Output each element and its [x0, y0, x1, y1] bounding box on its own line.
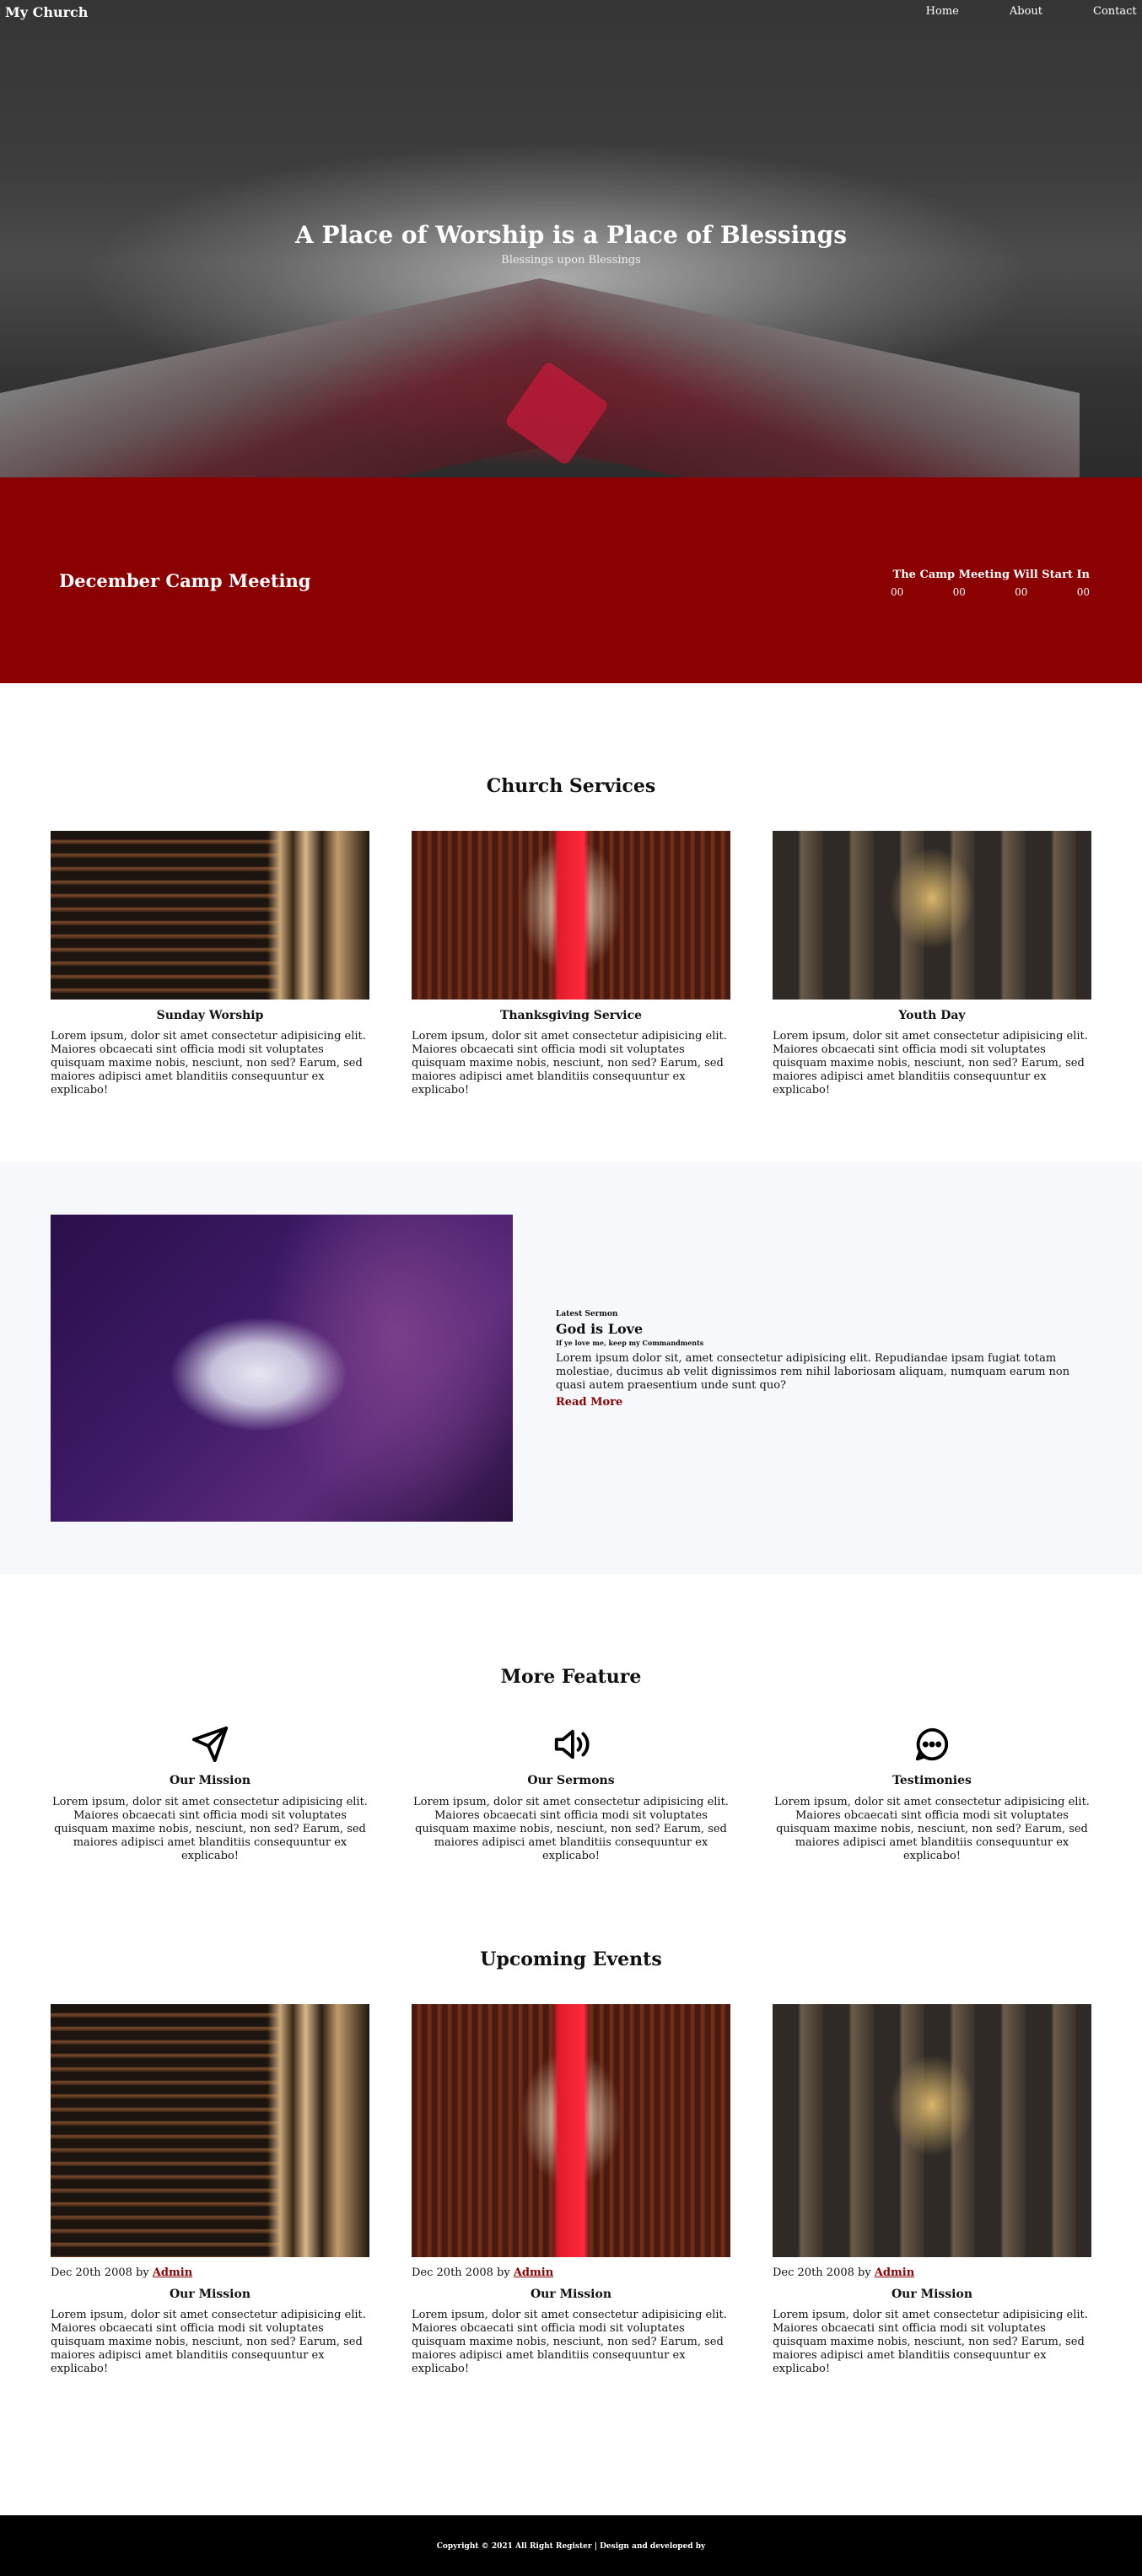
service-image [51, 831, 369, 1000]
hero-text: A Place of Worship is a Place of Blessin… [0, 221, 1142, 267]
nav-links: Home About Contact [875, 5, 1142, 18]
feature-text: Lorem ipsum, dolor sit amet consectetur … [52, 1796, 368, 1862]
service-text: Lorem ipsum, dolor sit amet consectetur … [773, 1030, 1088, 1097]
feature-card: Our Sermons Lorem ipsum, dolor sit amet … [412, 1725, 730, 1863]
more-feature-section: More Feature Our Mission Lorem ipsum, do… [0, 1574, 1142, 1928]
event-image [51, 2004, 369, 2257]
nav-link-contact[interactable]: Contact [1093, 5, 1142, 18]
church-services-section: Church Services Sunday Worship Lorem ips… [0, 683, 1142, 1162]
event-card: Dec 20th 2008 by Admin Our Mission Lorem… [773, 2004, 1091, 2376]
section-title: Upcoming Events [480, 1948, 662, 1970]
event-author-link[interactable]: Admin [153, 2266, 192, 2279]
feature-text: Lorem ipsum, dolor sit amet consectetur … [413, 1796, 729, 1862]
countdown-minutes: 00 [1015, 586, 1028, 598]
countdown: The Camp Meeting Will Start In 00 00 00 … [887, 569, 1090, 598]
sermon-image [51, 1215, 513, 1522]
service-title: Sunday Worship [156, 1009, 264, 1022]
event-title: Our Mission [530, 2288, 612, 2301]
section-title: Church Services [486, 775, 656, 797]
feature-title: Our Mission [169, 1774, 251, 1787]
service-card: Thanksgiving Service Lorem ipsum, dolor … [412, 831, 730, 1097]
hero-subtitle: Blessings upon Blessings [501, 254, 641, 267]
footer: Copyright © 2021 All Right Register | De… [0, 2515, 1142, 2576]
service-title: Youth Day [898, 1009, 966, 1022]
event-title: Our Mission [891, 2288, 973, 2301]
event-date: Dec 20th 2008 by [51, 2266, 153, 2279]
latest-sermon-section: Latest Sermon God is Love If ye love me,… [0, 1162, 1142, 1574]
countdown-seconds: 00 [1076, 586, 1090, 598]
sermon-kicker: Latest Sermon [556, 1310, 618, 1318]
page: My Church Home About Contact A Place of … [0, 0, 1142, 2576]
service-text: Lorem ipsum, dolor sit amet consectetur … [412, 1030, 727, 1097]
event-author-link[interactable]: Admin [875, 2266, 914, 2279]
camp-meeting-banner: December Camp Meeting The Camp Meeting W… [0, 477, 1142, 683]
camp-title: December Camp Meeting [59, 570, 311, 591]
sermon-content: Latest Sermon God is Love If ye love me,… [556, 1310, 1079, 1409]
nav-link-home[interactable]: Home [926, 5, 959, 18]
hero-title: A Place of Worship is a Place of Blessin… [295, 221, 847, 249]
countdown-days: 00 [891, 586, 904, 598]
countdown-values: 00 00 00 00 [887, 586, 1090, 598]
megaphone-icon [554, 1729, 590, 1760]
services-cards: Sunday Worship Lorem ipsum, dolor sit am… [0, 831, 1142, 1097]
service-title: Thanksgiving Service [499, 1009, 643, 1022]
event-text: Lorem ipsum, dolor sit amet consectetur … [412, 2309, 727, 2375]
feature-card: Testimonies Lorem ipsum, dolor sit amet … [773, 1725, 1091, 1863]
service-image [412, 831, 730, 1000]
event-text: Lorem ipsum, dolor sit amet consectetur … [773, 2309, 1088, 2375]
event-text: Lorem ipsum, dolor sit amet consectetur … [51, 2309, 366, 2375]
sermon-body: Lorem ipsum dolor sit, amet consectetur … [556, 1352, 1070, 1392]
event-author-link[interactable]: Admin [514, 2266, 553, 2279]
service-card: Sunday Worship Lorem ipsum, dolor sit am… [51, 831, 369, 1097]
chat-bubble-icon [915, 1727, 949, 1761]
event-title: Our Mission [169, 2288, 251, 2301]
service-text: Lorem ipsum, dolor sit amet consectetur … [51, 1030, 366, 1097]
sermon-title: God is Love [556, 1321, 644, 1337]
event-cards: Dec 20th 2008 by Admin Our Mission Lorem… [0, 2004, 1142, 2376]
event-image [412, 2004, 730, 2257]
event-meta: Dec 20th 2008 by Admin [412, 2266, 730, 2279]
event-card: Dec 20th 2008 by Admin Our Mission Lorem… [51, 2004, 369, 2376]
send-icon [191, 1726, 229, 1763]
countdown-title: The Camp Meeting Will Start In [892, 569, 1090, 581]
event-meta: Dec 20th 2008 by Admin [51, 2266, 369, 2279]
feature-card: Our Mission Lorem ipsum, dolor sit amet … [51, 1725, 369, 1863]
footer-copyright: Copyright © 2021 All Right Register | De… [436, 2542, 706, 2551]
service-card: Youth Day Lorem ipsum, dolor sit amet co… [773, 831, 1091, 1097]
sermon-verse: If ye love me, keep my Commandments [556, 1339, 704, 1347]
service-image [773, 831, 1091, 1000]
brand-logo[interactable]: My Church [5, 4, 88, 20]
countdown-hours: 00 [952, 586, 966, 598]
event-meta: Dec 20th 2008 by Admin [773, 2266, 1091, 2279]
hero-banner: My Church Home About Contact A Place of … [0, 0, 1142, 477]
read-more-link[interactable]: Read More [556, 1396, 622, 1409]
event-date: Dec 20th 2008 by [773, 2266, 875, 2279]
navbar: My Church Home About Contact [0, 0, 1142, 24]
feature-title: Our Sermons [527, 1774, 615, 1787]
feature-cards: Our Mission Lorem ipsum, dolor sit amet … [0, 1725, 1142, 1863]
feature-text: Lorem ipsum, dolor sit amet consectetur … [774, 1796, 1090, 1862]
section-title: More Feature [500, 1666, 642, 1688]
feature-title: Testimonies [892, 1774, 972, 1787]
event-image [773, 2004, 1091, 2257]
event-date: Dec 20th 2008 by [412, 2266, 514, 2279]
event-card: Dec 20th 2008 by Admin Our Mission Lorem… [412, 2004, 730, 2376]
upcoming-events-section: Upcoming Events Dec 20th 2008 by Admin O… [0, 1928, 1142, 2431]
nav-link-about[interactable]: About [1010, 5, 1042, 18]
